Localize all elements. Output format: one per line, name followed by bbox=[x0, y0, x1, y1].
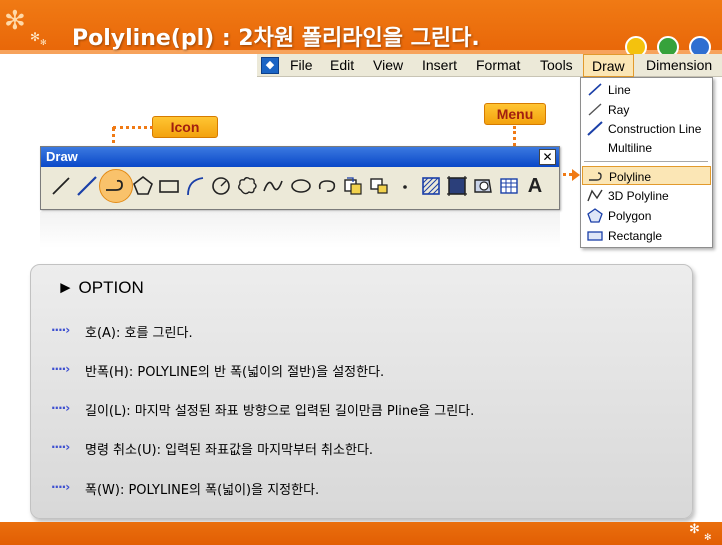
app-icon[interactable]: ◆ bbox=[261, 57, 279, 74]
slide-title: Polyline(pl) : 2차원 폴리라인을 그린다. bbox=[72, 26, 480, 51]
dropdown-item-label: Ray bbox=[608, 103, 630, 117]
arc-icon[interactable] bbox=[183, 174, 207, 198]
region-icon[interactable] bbox=[471, 174, 495, 198]
menu-view[interactable]: View bbox=[373, 57, 403, 73]
ellipse-arc-icon[interactable] bbox=[315, 174, 339, 198]
flower-icon: ✻ bbox=[689, 522, 700, 537]
line-icon bbox=[588, 83, 602, 96]
dropdown-item-ray[interactable]: Ray bbox=[582, 100, 711, 119]
construction-line-icon bbox=[587, 121, 603, 136]
dropdown-item-polyline[interactable]: Polyline bbox=[582, 166, 711, 185]
menu-tools[interactable]: Tools bbox=[540, 57, 573, 73]
dropdown-item-label: Construction Line bbox=[608, 122, 702, 136]
insert-block-icon[interactable] bbox=[341, 174, 365, 198]
flower-icon: ✻ bbox=[704, 533, 712, 543]
flower-icon: ✻ bbox=[40, 38, 47, 47]
arrow-right-icon bbox=[572, 169, 580, 181]
point-icon[interactable] bbox=[393, 174, 417, 198]
revision-cloud-icon[interactable] bbox=[235, 174, 259, 198]
construction-line-icon[interactable] bbox=[75, 174, 99, 198]
circle-icon[interactable] bbox=[209, 174, 233, 198]
menu-dimension[interactable]: Dimension bbox=[646, 57, 712, 73]
multiline-text-icon[interactable]: A bbox=[523, 174, 547, 198]
flower-icon: ✻ bbox=[30, 30, 41, 44]
draw-dropdown-menu: Line Ray Construction Line Multiline Pol… bbox=[580, 77, 713, 248]
option-heading: ► OPTION bbox=[57, 278, 144, 297]
toolbar-title-bar[interactable]: Draw ✕ bbox=[41, 147, 559, 167]
option-text: 길이(L): 마지막 설정된 좌표 방향으로 입력된 길이만큼 Pline을 그… bbox=[85, 404, 475, 419]
close-icon[interactable]: ✕ bbox=[539, 149, 556, 165]
option-text: 반폭(H): POLYLINE의 반 폭(넓이의 절반)을 설정한다. bbox=[85, 365, 385, 380]
dropdown-item-construction-line[interactable]: Construction Line bbox=[582, 119, 711, 138]
gradient-icon[interactable] bbox=[445, 174, 469, 198]
toolbar-icon-row: A bbox=[47, 169, 557, 205]
dropdown-separator bbox=[584, 161, 708, 162]
dropdown-item-label: Line bbox=[608, 83, 631, 97]
option-panel: ► OPTION ····› 호(A): 호를 그린다. ····› 반폭(H)… bbox=[30, 264, 693, 519]
arrow-bullet-icon: ····› bbox=[51, 480, 70, 494]
menu-format[interactable]: Format bbox=[476, 57, 520, 73]
polyline-icon bbox=[589, 172, 602, 181]
arrow-bullet-icon: ····› bbox=[51, 440, 70, 454]
menu-insert[interactable]: Insert bbox=[422, 57, 457, 73]
ray-icon bbox=[588, 103, 602, 116]
3d-polyline-icon bbox=[587, 189, 603, 202]
icon-callout: Icon bbox=[152, 116, 218, 138]
rectangle-icon[interactable] bbox=[157, 174, 181, 198]
polyline-icon[interactable] bbox=[99, 169, 133, 203]
rectangle-icon bbox=[587, 231, 603, 241]
toolbar-title: Draw bbox=[46, 149, 78, 164]
dropdown-item-label: 3D Polyline bbox=[608, 189, 669, 203]
menu-callout: Menu bbox=[484, 103, 546, 125]
ellipse-icon[interactable] bbox=[289, 174, 313, 198]
option-text: 명령 취소(U): 입력된 좌표값을 마지막부터 취소한다. bbox=[85, 443, 374, 458]
line-icon[interactable] bbox=[49, 174, 73, 198]
dropdown-item-line[interactable]: Line bbox=[582, 80, 711, 99]
dropdown-item-label: Polygon bbox=[608, 209, 652, 223]
spline-icon[interactable] bbox=[261, 174, 285, 198]
draw-toolbar: Draw ✕ A bbox=[40, 146, 560, 210]
dropdown-item-multiline[interactable]: Multiline bbox=[582, 138, 711, 157]
toolbar-reflection bbox=[40, 212, 560, 248]
icon-callout-connector bbox=[113, 126, 153, 129]
make-block-icon[interactable] bbox=[367, 174, 391, 198]
menu-edit[interactable]: Edit bbox=[330, 57, 354, 73]
flower-icon: ✻ bbox=[4, 6, 26, 36]
arrow-bullet-icon: ····› bbox=[51, 323, 70, 337]
menu-draw[interactable]: Draw bbox=[583, 54, 634, 77]
arrow-bullet-icon: ····› bbox=[51, 362, 70, 376]
footer-bar bbox=[0, 522, 722, 545]
menu-bar: ◆ File Edit View Insert Format Tools Dra… bbox=[257, 54, 722, 77]
dropdown-item-label: Polyline bbox=[609, 170, 652, 184]
dropdown-item-polygon[interactable]: Polygon bbox=[582, 206, 711, 225]
option-text: 폭(W): POLYLINE의 폭(넓이)을 지정한다. bbox=[85, 483, 320, 498]
option-text: 호(A): 호를 그린다. bbox=[85, 326, 193, 341]
dropdown-item-label: Multiline bbox=[608, 141, 653, 155]
dropdown-item-rectangle[interactable]: Rectangle bbox=[582, 226, 711, 245]
menu-file[interactable]: File bbox=[290, 57, 313, 73]
table-icon[interactable] bbox=[497, 174, 521, 198]
arrow-bullet-icon: ····› bbox=[51, 401, 70, 415]
dropdown-item-label: Rectangle bbox=[608, 229, 663, 243]
polygon-icon[interactable] bbox=[131, 174, 155, 198]
polygon-icon bbox=[587, 208, 603, 223]
dropdown-item-3d-polyline[interactable]: 3D Polyline bbox=[582, 186, 711, 205]
hatch-icon[interactable] bbox=[419, 174, 443, 198]
